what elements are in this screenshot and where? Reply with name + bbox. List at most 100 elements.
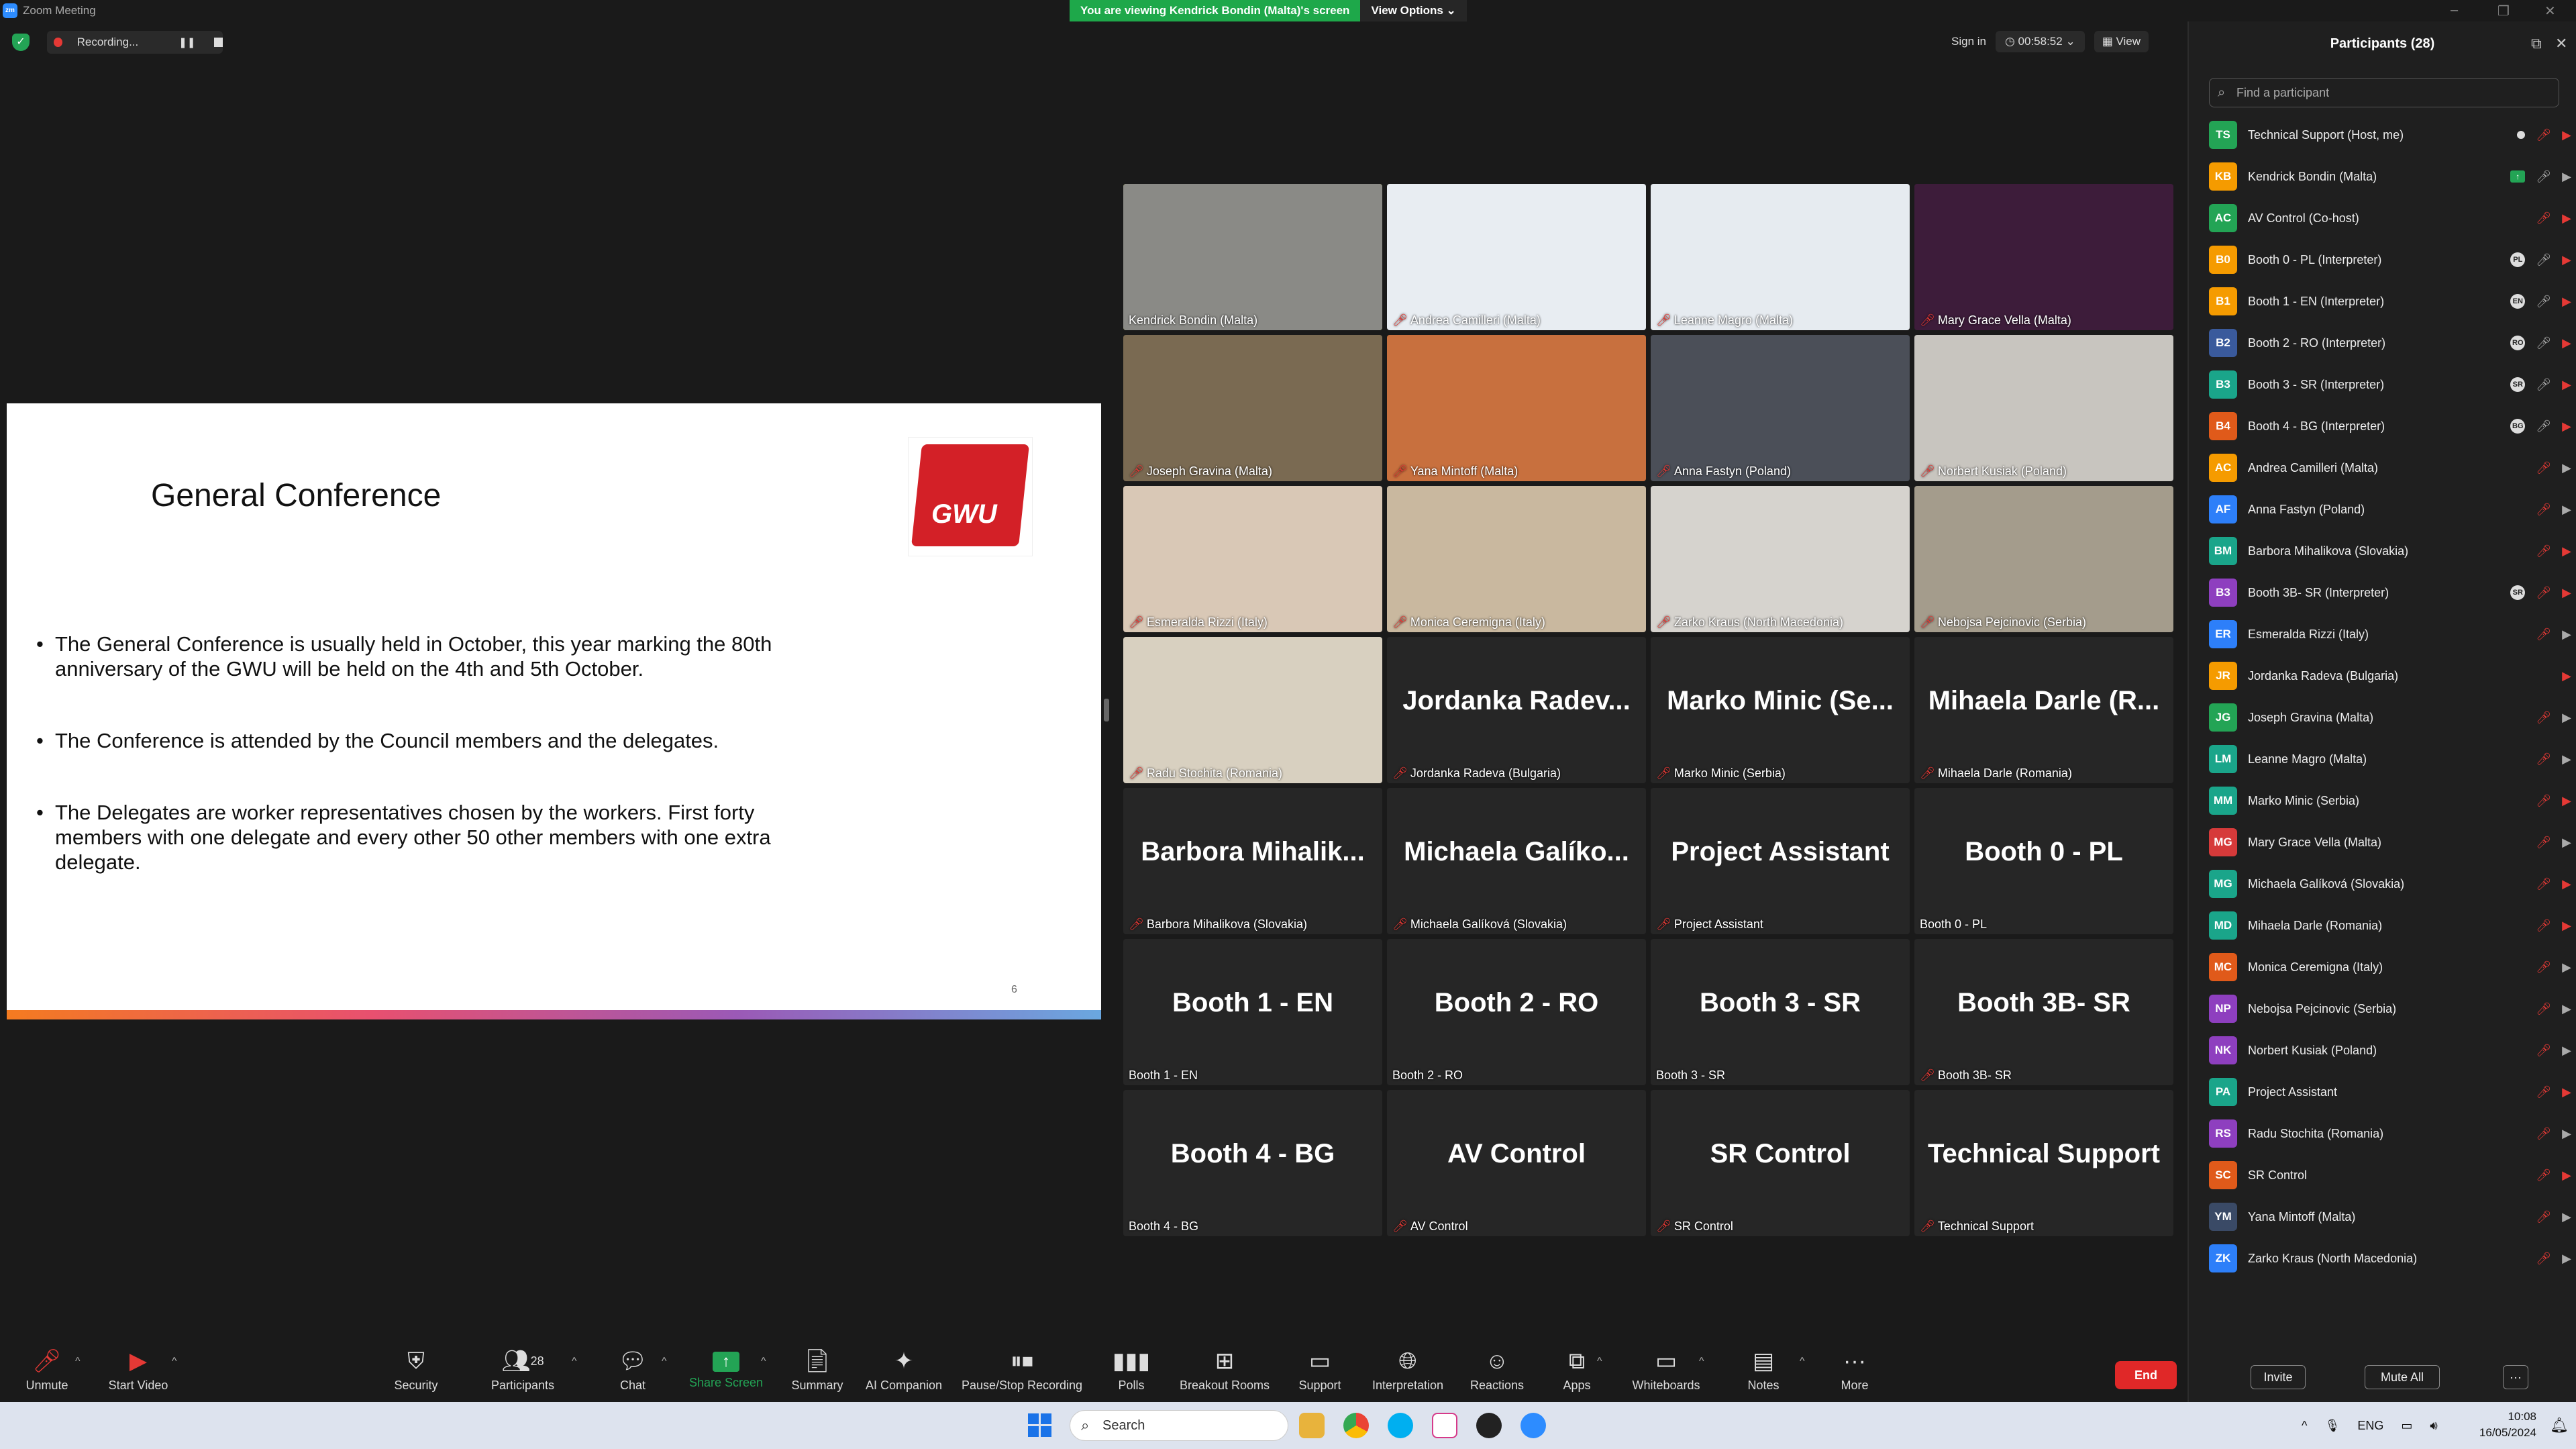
windows-start-icon[interactable] [1028,1413,1052,1438]
participant-row[interactable]: AF Anna Fastyn (Poland) 🎤︎ ▶︎ [2209,489,2571,530]
video-tile[interactable]: Barbora Mihalik... 🎤︎ Barbora Mihalikova (… [1123,788,1382,934]
camera-icon[interactable]: ▶︎ [2562,1210,2571,1224]
camera-off-icon[interactable]: ▶︎ [2562,211,2571,226]
restore-icon[interactable]: ❐ [2497,3,2510,19]
video-tile[interactable]: Booth 0 - PL Booth 0 - PL [1914,788,2173,934]
camera-off-icon[interactable]: ▶︎ [2562,336,2571,350]
mic-muted-icon[interactable]: 🎤︎ [2536,211,2551,226]
whiteboards-button[interactable]: ▭ Whiteboards [1627,1348,1706,1393]
start-video-button[interactable]: ▶︎ Start Video [105,1348,172,1393]
audio-options-chevron-icon[interactable]: ^ [75,1356,81,1368]
participant-row[interactable]: MG Michaela Galíková (Slovakia) 🎤︎ ▶︎ [2209,863,2571,905]
view-button[interactable]: ▦ View [2094,31,2149,52]
participant-row[interactable]: B1 Booth 1 - EN (Interpreter) EN 🎤︎ ▶︎ [2209,281,2571,322]
share-chevron-icon[interactable]: ^ [761,1356,766,1368]
video-tile[interactable]: Booth 2 - RO Booth 2 - RO [1387,939,1646,1085]
camera-off-icon[interactable]: ▶︎ [2562,544,2571,558]
participant-row[interactable]: KB Kendrick Bondin (Malta) ↑ 🎤︎ ▶︎ [2209,156,2571,197]
participant-row[interactable]: B0 Booth 0 - PL (Interpreter) PL 🎤︎ ▶︎ [2209,239,2571,281]
mic-muted-icon[interactable]: 🎤︎ [2536,1044,2551,1058]
participant-row[interactable]: PA Project Assistant 🎤︎ ▶︎ [2209,1071,2571,1113]
video-tile[interactable]: 🎤︎ Monica Ceremigna (Italy) [1387,486,1646,632]
video-tile[interactable]: Booth 1 - EN Booth 1 - EN [1123,939,1382,1085]
ai-companion-button[interactable]: ✦ AI Companion [862,1348,946,1393]
popout-icon[interactable]: ⧉ [2531,35,2542,52]
notes-button[interactable]: ▤ Notes [1742,1348,1785,1393]
participant-row[interactable]: ER Esmeralda Rizzi (Italy) 🎤︎ ▶︎ [2209,613,2571,655]
participant-row[interactable]: MD Mihaela Darle (Romania) 🎤︎ ▶︎ [2209,905,2571,946]
video-tile[interactable]: 🎤︎ Joseph Gravina (Malta) [1123,335,1382,481]
video-tile[interactable]: 🎤︎ Mary Grace Vella (Malta) [1914,184,2173,330]
mic-muted-icon[interactable]: 🎤︎ [2536,544,2551,558]
taskbar-search-input[interactable]: ⌕ Search [1070,1410,1288,1441]
mic-muted-icon[interactable]: 🎤︎ [2536,628,2551,642]
polls-button[interactable]: ▮▮▮ Polls [1110,1348,1153,1393]
camera-icon[interactable]: ▶︎ [2562,960,2571,975]
mic-on-icon[interactable]: 🎤︎ [2536,170,2551,184]
video-tile[interactable]: Jordanka Radev... 🎤︎ Jordanka Radeva (Bulg… [1387,637,1646,783]
camera-icon[interactable]: ▶︎ [2562,503,2571,517]
close-panel-icon[interactable]: ✕ [2555,35,2567,52]
mic-muted-icon[interactable]: 🎤︎ [2536,877,2551,891]
participant-search-input[interactable]: ⌕ Find a participant [2209,78,2559,107]
video-tile[interactable]: 🎤︎ Anna Fastyn (Poland) [1651,335,1910,481]
camera-off-icon[interactable]: ▶︎ [2562,419,2571,434]
apps-button[interactable]: ⧉ Apps [1555,1348,1598,1393]
video-tile[interactable]: 🎤︎ Radu Stochita (Romania) [1123,637,1382,783]
video-tile[interactable]: Booth 3B- SR 🎤︎ Booth 3B- SR [1914,939,2173,1085]
mic-muted-icon[interactable]: 🎤︎ [2536,752,2551,766]
mic-muted-icon[interactable]: 🎤︎ [2536,1127,2551,1141]
mic-muted-icon[interactable]: 🎤︎ [2536,960,2551,975]
participant-row[interactable]: BM Barbora Mihalikova (Slovakia) 🎤︎ ▶︎ [2209,530,2571,572]
video-tile[interactable]: Booth 4 - BG Booth 4 - BG [1123,1090,1382,1236]
video-tile[interactable]: Mihaela Darle (R... 🎤︎ Mihaela Darle (Roma… [1914,637,2173,783]
mic-on-icon[interactable]: 🎤︎ [2536,253,2551,267]
apps-chevron-icon[interactable]: ^ [1597,1356,1602,1368]
participant-row[interactable]: RS Radu Stochita (Romania) 🎤︎ ▶︎ [2209,1113,2571,1154]
video-tile[interactable]: Michaela Galíko... 🎤︎ Michaela Galíková (S… [1387,788,1646,934]
participant-row[interactable]: JG Joseph Gravina (Malta) 🎤︎ ▶︎ [2209,697,2571,738]
snipping-tool-icon[interactable] [1432,1413,1457,1438]
participant-row[interactable]: NK Norbert Kusiak (Poland) 🎤︎ ▶︎ [2209,1030,2571,1071]
pause-stop-recording-button[interactable]: ⏸⏹ Pause/Stop Recording [958,1348,1086,1393]
summary-button[interactable]: 📄︎ Summary [788,1348,847,1393]
skype-icon[interactable] [1388,1413,1413,1438]
participant-row[interactable]: LM Leanne Magro (Malta) 🎤︎ ▶︎ [2209,738,2571,780]
taskbar-clock[interactable]: 10:08 16/05/2024 [2463,1409,2536,1441]
mic-muted-icon[interactable]: 🎤︎ [2536,794,2551,808]
unmute-button[interactable]: 🎤︎ Unmute [20,1348,74,1393]
camera-icon[interactable]: ▶︎ [2562,711,2571,725]
video-tile[interactable]: Booth 3 - SR Booth 3 - SR [1651,939,1910,1085]
participant-row[interactable]: SC SR Control 🎤︎ ▶︎ [2209,1154,2571,1196]
interpretation-button[interactable]: 🌐︎ Interpretation [1365,1348,1451,1393]
camera-icon[interactable]: ▶︎ [2562,1002,2571,1016]
camera-icon[interactable]: ▶︎ [2562,836,2571,850]
mic-muted-icon[interactable]: 🎤︎ [2536,1085,2551,1099]
participant-row[interactable]: MM Marko Minic (Serbia) 🎤︎ ▶︎ [2209,780,2571,821]
davinci-resolve-icon[interactable] [1476,1413,1502,1438]
splitter-handle[interactable] [1104,699,1109,721]
camera-icon[interactable]: ▶︎ [2562,170,2571,184]
mic-muted-icon[interactable]: 🎤︎ [2536,586,2551,600]
participant-row[interactable]: MC Monica Ceremigna (Italy) 🎤︎ ▶︎ [2209,946,2571,988]
participants-button[interactable]: 👥︎28 Participants [486,1348,560,1393]
notification-bell-icon[interactable]: 🔔︎ [2550,1417,2569,1434]
meeting-timer[interactable]: ◷ 00:58:52 ⌄ [1995,31,2085,52]
video-tile[interactable]: Kendrick Bondin (Malta) [1123,184,1382,330]
participant-row[interactable]: NP Nebojsa Pejcinovic (Serbia) 🎤︎ ▶︎ [2209,988,2571,1030]
mic-muted-icon[interactable]: 🎤︎ [2536,1002,2551,1016]
camera-icon[interactable]: ▶︎ [2562,628,2571,642]
mute-all-button[interactable]: Mute All [2365,1365,2440,1389]
view-options-button[interactable]: View Options ⌄ [1360,0,1467,21]
participant-row[interactable]: B4 Booth 4 - BG (Interpreter) BG 🎤︎ ▶︎ [2209,405,2571,447]
camera-off-icon[interactable]: ▶︎ [2562,586,2571,600]
participant-row[interactable]: YM Yana Mintoff (Malta) 🎤︎ ▶︎ [2209,1196,2571,1238]
close-icon[interactable]: ✕ [2544,3,2556,19]
whiteboards-chevron-icon[interactable]: ^ [1699,1356,1704,1368]
mic-muted-icon[interactable]: 🎤︎ [2536,503,2551,517]
camera-off-icon[interactable]: ▶︎ [2562,669,2571,683]
minimize-icon[interactable]: – [2451,3,2458,18]
camera-icon[interactable]: ▶︎ [2562,752,2571,766]
file-explorer-icon[interactable] [1299,1413,1325,1438]
invite-button[interactable]: Invite [2251,1365,2306,1389]
